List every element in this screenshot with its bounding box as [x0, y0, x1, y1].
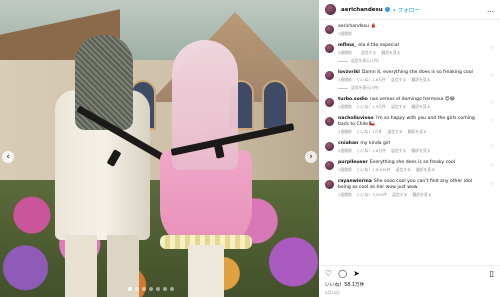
- comments-list: aerichandesu 🩸 2週間前 mflma_ ela é tão espe…: [319, 21, 500, 265]
- comment: purplleuser Everything she does is so fre…: [325, 160, 494, 173]
- caption-text: aerichandesu 🩸: [338, 24, 377, 29]
- figure-pink-veil: [160, 40, 260, 297]
- comment-heart-icon[interactable]: ♡: [490, 119, 494, 125]
- avatar[interactable]: [325, 142, 334, 151]
- view-replies-button[interactable]: 返信を表示(1件): [338, 58, 484, 64]
- comment-text: Everything she does is so freaky cool: [369, 160, 456, 165]
- comment: mflma_ ela é tão especial 2週間前 返信する 翻訳を見る…: [325, 43, 494, 64]
- like-heart-icon[interactable]: ♡: [325, 269, 332, 278]
- comment-likes[interactable]: いいね！3,592件: [357, 192, 387, 197]
- comment-likes[interactable]: いいね！1.8万件: [357, 148, 386, 153]
- window: [262, 80, 288, 130]
- comment-username[interactable]: nacholluvioso: [338, 116, 374, 121]
- comment-likes[interactable]: いいね！1.8,938件: [357, 167, 390, 172]
- comment-text: Damn it, everything she does is so freak…: [361, 70, 473, 75]
- comment-text: ela é tão especial: [358, 43, 399, 48]
- comment-username[interactable]: lovzvrikl: [338, 70, 360, 75]
- reply-button[interactable]: 返信する: [391, 77, 406, 82]
- avatar[interactable]: [325, 44, 334, 53]
- actions-bar: ♡ ◯ ➤ ▯ いいね！58.1万件 9月23日: [319, 265, 500, 297]
- comment: rayanwinrina She sooo cool you can't find…: [325, 179, 494, 198]
- follow-label: フォロー: [397, 7, 420, 14]
- avatar[interactable]: [325, 25, 334, 34]
- comment: nacholluvioso i'm so happy with you and t…: [325, 116, 494, 135]
- comment-time: 2週間前: [338, 77, 352, 82]
- translate-button[interactable]: 翻訳を見る: [411, 77, 430, 82]
- carousel-dots: [128, 287, 174, 291]
- reply-button[interactable]: 返信する: [392, 192, 407, 197]
- avatar[interactable]: [325, 71, 334, 80]
- figure-white-suit: [55, 35, 150, 297]
- follow-button[interactable]: • フォロー: [393, 6, 420, 14]
- avatar[interactable]: [325, 161, 334, 170]
- translate-button[interactable]: 翻訳を見る: [411, 104, 430, 109]
- comment-heart-icon[interactable]: ♡: [490, 163, 494, 169]
- comment-heart-icon[interactable]: ♡: [490, 182, 494, 188]
- post-image[interactable]: ‹ ›: [0, 0, 319, 297]
- comment: lovzvrikl Damn it, everything she does is…: [325, 70, 494, 91]
- next-arrow-icon[interactable]: ›: [305, 151, 317, 163]
- translate-button[interactable]: 翻訳を見る: [416, 167, 435, 172]
- comment-likes[interactable]: いいね！1.8万件: [357, 77, 386, 82]
- post-sidebar: aerichandesu • フォロー … aerichandesu 🩸 2週間…: [319, 0, 500, 297]
- comment-icon[interactable]: ◯: [338, 269, 347, 278]
- reply-button[interactable]: 返信する: [391, 148, 406, 153]
- comment-username[interactable]: turbo.sodio: [338, 97, 368, 102]
- reply-button[interactable]: 返信する: [396, 167, 411, 172]
- verified-icon: [384, 7, 390, 12]
- likes-count[interactable]: いいね！58.1万件: [325, 281, 494, 288]
- post-date: 9月23日: [325, 290, 340, 295]
- comment-time: 2週間前: [338, 129, 352, 134]
- comment-username[interactable]: purplleuser: [338, 160, 368, 165]
- reply-button[interactable]: 返信する: [361, 50, 376, 55]
- caption-time: 2週間前: [338, 31, 352, 36]
- comment-time: 2週間前: [338, 167, 352, 172]
- comment-username[interactable]: mflma_: [338, 43, 356, 48]
- post-header: aerichandesu • フォロー …: [319, 0, 500, 20]
- translate-button[interactable]: 翻訳を見る: [408, 129, 427, 134]
- comment-heart-icon[interactable]: ♡: [490, 100, 494, 106]
- avatar[interactable]: [325, 180, 334, 189]
- view-replies-button[interactable]: 返信を表示(5件): [338, 85, 484, 91]
- prev-arrow-icon[interactable]: ‹: [2, 151, 14, 163]
- comment-time: 2週間前: [338, 192, 352, 197]
- comment-time: 2週間前: [338, 104, 352, 109]
- share-icon[interactable]: ➤: [353, 269, 360, 278]
- comment-heart-icon[interactable]: ♡: [490, 144, 494, 150]
- translate-button[interactable]: 翻訳を見る: [413, 192, 432, 197]
- username[interactable]: aerichandesu: [341, 7, 383, 13]
- comment-likes[interactable]: いいね！1万件: [357, 129, 382, 134]
- translate-button[interactable]: 翻訳を見る: [411, 148, 430, 153]
- avatar[interactable]: [325, 98, 334, 107]
- more-options-icon[interactable]: …: [487, 6, 494, 14]
- comment-username[interactable]: cniahan: [338, 141, 358, 146]
- comment-username[interactable]: rayanwinrina: [338, 179, 372, 184]
- translate-button[interactable]: 翻訳を見る: [381, 50, 400, 55]
- comment-time: 2週間前: [338, 148, 352, 153]
- comment-time: 2週間前: [338, 50, 352, 55]
- bookmark-icon[interactable]: ▯: [490, 269, 494, 278]
- reply-button[interactable]: 返信する: [387, 129, 402, 134]
- comment-text: my kinda girl: [360, 141, 391, 146]
- comment: turbo.sodio nos vemos el domingo hermosa …: [325, 97, 494, 110]
- caption: aerichandesu 🩸 2週間前: [325, 24, 494, 37]
- comment: cniahan my kinda girl 2週間前 いいね！1.8万件 返信する…: [325, 141, 494, 154]
- comment-text: nos vemos el domingo hermosa 😍😂: [369, 97, 455, 102]
- comment-likes[interactable]: いいね！1.9万件: [357, 104, 386, 109]
- comment-heart-icon[interactable]: ♡: [490, 73, 494, 79]
- reply-button[interactable]: 返信する: [391, 104, 406, 109]
- avatar[interactable]: [325, 117, 334, 126]
- comment-heart-icon[interactable]: ♡: [490, 46, 494, 52]
- avatar[interactable]: [325, 4, 336, 15]
